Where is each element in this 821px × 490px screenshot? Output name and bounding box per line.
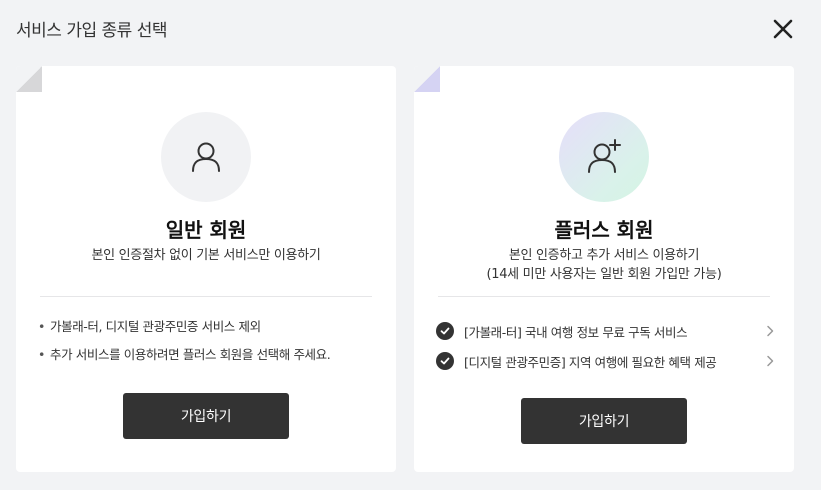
general-avatar [161, 112, 251, 202]
card-corner-fold [414, 66, 440, 92]
general-card-description: 본인 인증절차 없이 기본 서비스만 이용하기 [91, 248, 321, 263]
general-join-button[interactable]: 가입하기 [123, 393, 289, 439]
plus-avatar [559, 112, 649, 202]
user-icon [192, 142, 220, 172]
benefit-item[interactable]: [디지털 관광주민증] 지역 여행에 필요한 혜택 제공 [436, 346, 776, 376]
general-member-card: 일반 회원 본인 인증절차 없이 기본 서비스만 이용하기 • 가볼래-터, 디지… [16, 66, 396, 472]
check-circle-icon [436, 352, 454, 370]
user-plus-icon [588, 139, 621, 173]
close-button[interactable] [770, 16, 796, 42]
divider [40, 296, 372, 297]
page-title: 서비스 가입 종류 선택 [16, 21, 167, 41]
divider [438, 296, 770, 297]
plus-join-button[interactable]: 가입하기 [521, 398, 687, 444]
benefit-item[interactable]: [가볼래-터] 국내 여행 정보 무료 구독 서비스 [436, 316, 776, 346]
plus-card-description: 본인 인증하고 추가 서비스 이용하기 (14세 미만 사용자는 일반 회원 가… [486, 248, 722, 282]
card-corner-fold [16, 66, 42, 92]
list-item: • 추가 서비스를 이용하려면 플러스 회원을 선택해 주세요. [38, 347, 331, 362]
benefit-label: [디지털 관광주민증] 지역 여행에 필요한 혜택 제공 [464, 354, 717, 370]
chevron-right-icon[interactable] [764, 325, 776, 337]
benefit-label: [가볼래-터] 국내 여행 정보 무료 구독 서비스 [464, 324, 688, 340]
check-circle-icon [436, 322, 454, 340]
close-icon[interactable] [770, 16, 796, 42]
list-item: • 가볼래-터, 디지털 관광주민증 서비스 제외 [38, 319, 261, 334]
general-notes-list: • 가볼래-터, 디지털 관광주민증 서비스 제외 • 추가 서비스를 이용하려면 … [38, 318, 331, 374]
general-card-title: 일반 회원 [165, 218, 247, 242]
plus-benefits-list: [가볼래-터] 국내 여행 정보 무료 구독 서비스 [디지털 관광주민증] 지… [436, 316, 776, 376]
plus-card-title: 플러스 회원 [554, 218, 654, 242]
chevron-right-icon[interactable] [764, 355, 776, 367]
plus-member-card: 플러스 회원 본인 인증하고 추가 서비스 이용하기 (14세 미만 사용자는 … [414, 66, 794, 472]
